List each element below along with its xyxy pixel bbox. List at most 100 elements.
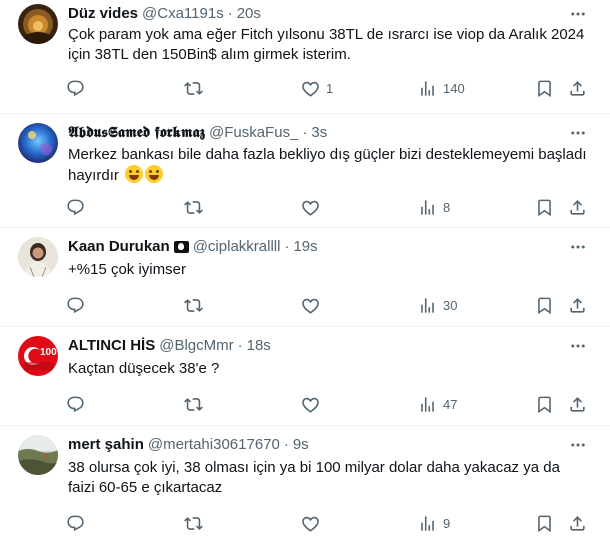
display-name[interactable]: Kaan Durukan — [68, 237, 170, 257]
user-handle[interactable]: @BlgcMmr — [159, 336, 233, 356]
avatar-badge-text: 100 — [40, 347, 57, 358]
like-count: 1 — [326, 80, 334, 96]
timestamp[interactable]: 19s — [293, 237, 317, 257]
reply-button[interactable] — [66, 71, 91, 105]
tweet[interactable]: Düz vides @Cxa1191s · 20s Çok param yok … — [0, 0, 610, 114]
grin-emoji — [125, 165, 144, 183]
display-name[interactable]: ALTINCI HİS — [68, 336, 155, 356]
bookmark-button[interactable] — [535, 288, 554, 322]
views-button[interactable]: 30 — [418, 288, 457, 322]
avatar[interactable]: 100 — [18, 336, 58, 376]
reply-icon — [66, 395, 85, 414]
pirate-flag-icon — [173, 241, 189, 253]
views-button[interactable]: 140 — [418, 71, 465, 105]
avatar[interactable] — [18, 237, 58, 277]
more-icon[interactable] — [568, 4, 588, 24]
like-button[interactable] — [301, 190, 326, 224]
like-icon — [301, 296, 320, 315]
like-icon — [301, 198, 320, 217]
share-button[interactable] — [568, 190, 587, 224]
user-handle[interactable]: @Cxa1191s — [142, 4, 224, 24]
tweet-header: 𝕬𝖇𝖉𝖚𝖘𝕾𝖆𝖒𝖊𝖉 𝖋𝖔𝖗𝖐𝖒𝖆𝖟 @FuskaFus_ · 3s — [68, 123, 327, 143]
tweet[interactable]: mert şahin @mertahi30617670 · 9s 38 olur… — [0, 426, 610, 545]
tweet-feed: Düz vides @Cxa1191s · 20s Çok param yok … — [0, 0, 610, 545]
tweet-header: mert şahin @mertahi30617670 · 9s — [68, 435, 309, 455]
tweet-actions: 8 — [60, 190, 596, 224]
timestamp[interactable]: 9s — [293, 435, 309, 455]
tweet[interactable]: Kaan Durukan @ciplakkrallll · 19s +%15 ç… — [0, 228, 610, 327]
bookmark-icon — [535, 296, 554, 315]
display-name[interactable]: Düz vides — [68, 4, 138, 24]
tweet[interactable]: 100 ALTINCI HİS @BlgcMmr · 18s Kaçtan dü… — [0, 327, 610, 426]
view-count: 47 — [443, 396, 458, 412]
view-count: 140 — [443, 80, 465, 96]
bookmark-icon — [535, 198, 554, 217]
reply-button[interactable] — [66, 506, 91, 540]
reply-icon — [66, 514, 85, 533]
more-icon[interactable] — [568, 237, 588, 257]
like-button[interactable] — [301, 506, 326, 540]
view-count: 30 — [443, 297, 458, 313]
timestamp[interactable]: 3s — [311, 123, 327, 143]
retweet-button[interactable] — [184, 387, 209, 421]
retweet-icon — [184, 395, 203, 414]
like-icon — [301, 79, 320, 98]
share-icon — [568, 514, 587, 533]
tweet-text: 38 olursa çok iyi, 38 olması için ya bi … — [68, 459, 560, 496]
share-button[interactable] — [568, 288, 587, 322]
display-name[interactable]: mert şahin — [68, 435, 144, 455]
tweet[interactable]: 𝕬𝖇𝖉𝖚𝖘𝕾𝖆𝖒𝖊𝖉 𝖋𝖔𝖗𝖐𝖒𝖆𝖟 @FuskaFus_ · 3s Merke… — [0, 114, 610, 228]
views-icon — [418, 296, 437, 315]
avatar[interactable] — [18, 123, 58, 163]
retweet-icon — [184, 296, 203, 315]
separator: · — [283, 436, 289, 453]
like-button[interactable] — [301, 387, 326, 421]
avatar[interactable] — [18, 435, 58, 475]
tweet-body: Merkez bankası bile daha fazla bekliyo d… — [68, 145, 590, 186]
share-button[interactable] — [568, 71, 587, 105]
separator: · — [302, 124, 308, 141]
reply-button[interactable] — [66, 190, 91, 224]
user-handle[interactable]: @ciplakkrallll — [193, 237, 281, 257]
retweet-button[interactable] — [184, 288, 209, 322]
more-icon[interactable] — [568, 123, 588, 143]
views-button[interactable]: 9 — [418, 506, 450, 540]
retweet-button[interactable] — [184, 190, 209, 224]
more-icon[interactable] — [568, 336, 588, 356]
more-icon[interactable] — [568, 435, 588, 455]
bookmark-button[interactable] — [535, 387, 554, 421]
tweet-text: Kaçtan düşecek 38'e ? — [68, 360, 220, 377]
retweet-button[interactable] — [184, 71, 209, 105]
views-icon — [418, 395, 437, 414]
share-icon — [568, 296, 587, 315]
display-name[interactable]: 𝕬𝖇𝖉𝖚𝖘𝕾𝖆𝖒𝖊𝖉 𝖋𝖔𝖗𝖐𝖒𝖆𝖟 — [68, 123, 205, 143]
like-icon — [301, 514, 320, 533]
tweet-header: Düz vides @Cxa1191s · 20s — [68, 4, 261, 24]
retweet-icon — [184, 198, 203, 217]
reply-button[interactable] — [66, 387, 91, 421]
user-handle[interactable]: @mertahi30617670 — [148, 435, 280, 455]
reply-button[interactable] — [66, 288, 91, 322]
tweet-text: Çok param yok ama eğer Fitch yılsonu 38T… — [68, 26, 585, 63]
avatar[interactable] — [18, 4, 58, 44]
bookmark-button[interactable] — [535, 71, 554, 105]
separator: · — [227, 5, 233, 22]
share-button[interactable] — [568, 506, 587, 540]
timestamp[interactable]: 18s — [247, 336, 271, 356]
like-button[interactable] — [301, 288, 326, 322]
share-button[interactable] — [568, 387, 587, 421]
bookmark-button[interactable] — [535, 190, 554, 224]
like-icon — [301, 395, 320, 414]
user-handle[interactable]: @FuskaFus_ — [209, 123, 298, 143]
share-icon — [568, 198, 587, 217]
views-button[interactable]: 47 — [418, 387, 457, 421]
timestamp[interactable]: 20s — [237, 4, 261, 24]
share-icon — [568, 79, 587, 98]
retweet-button[interactable] — [184, 506, 209, 540]
grin-emoji — [145, 165, 164, 183]
bookmark-button[interactable] — [535, 506, 554, 540]
bookmark-icon — [535, 514, 554, 533]
like-button[interactable]: 1 — [301, 71, 333, 105]
reply-icon — [66, 79, 85, 98]
views-button[interactable]: 8 — [418, 190, 450, 224]
